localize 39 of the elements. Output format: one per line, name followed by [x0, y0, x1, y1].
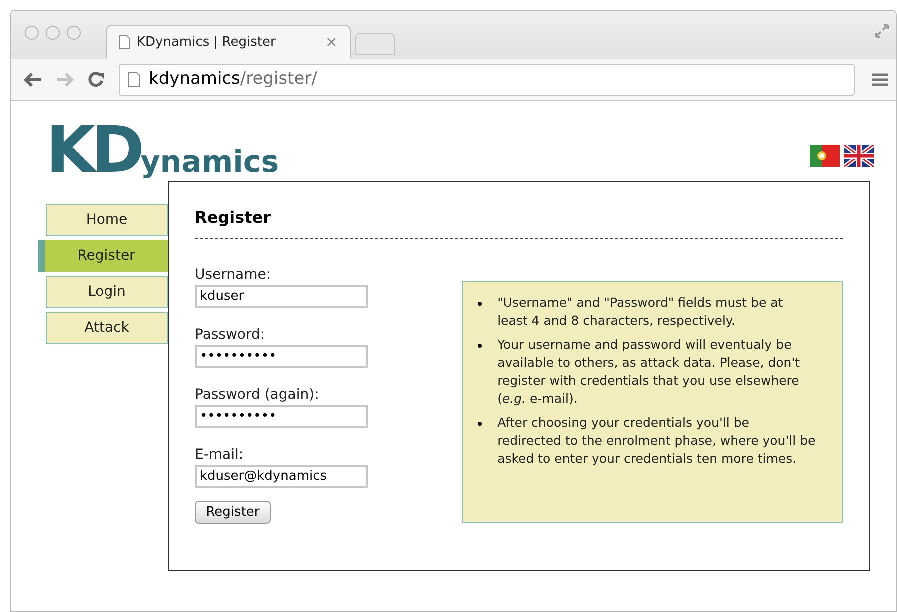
- url-path: /register/: [240, 68, 318, 89]
- nav-item[interactable]: Attack: [46, 312, 168, 344]
- window-control-icon[interactable]: [67, 26, 81, 40]
- forward-icon[interactable]: [55, 72, 75, 88]
- page-icon: [128, 72, 141, 88]
- bullet-icon: [478, 344, 482, 348]
- nav-item[interactable]: Login: [46, 276, 168, 308]
- window-control-icon[interactable]: [46, 26, 60, 40]
- input-field[interactable]: kduser: [195, 285, 368, 308]
- window-control-icon[interactable]: [25, 26, 39, 40]
- field-label: Username:: [195, 266, 272, 285]
- reload-icon[interactable]: [87, 70, 105, 88]
- url-host: kdynamics: [149, 68, 240, 89]
- address-bar[interactable]: kdynamics/register/: [119, 64, 855, 96]
- note-text: After choosing your credentials you'll be redirected to the enrolment phase, where you'll be asked to enter your credentials ten more times.: [498, 414, 816, 468]
- nav-item[interactable]: Register: [38, 240, 168, 272]
- page-icon: [119, 35, 131, 50]
- menu-icon[interactable]: [871, 72, 889, 88]
- new-tab-button[interactable]: [355, 33, 395, 55]
- bullet-icon: [478, 422, 482, 426]
- back-icon[interactable]: [23, 72, 43, 88]
- input-field[interactable]: ••••••••••: [195, 345, 368, 368]
- field-label: Password:: [195, 326, 266, 345]
- register-button[interactable]: Register: [195, 501, 271, 524]
- bullet-icon: [478, 302, 482, 306]
- tab-title: KDynamics | Register: [137, 34, 276, 52]
- field-label: Password (again):: [195, 386, 320, 405]
- uk-flag-icon[interactable]: [844, 145, 874, 167]
- input-field[interactable]: kduser@kdynamics: [195, 465, 368, 488]
- fullscreen-icon[interactable]: [874, 23, 890, 39]
- note-text: Your username and password will eventualy be available to others, as attack data. Please, don't register with credentials that you use elsewhere (e.g. e-mail).: [498, 336, 802, 408]
- nav-item[interactable]: Home: [46, 204, 168, 236]
- form-title: Register: [195, 207, 272, 229]
- browser-tab[interactable]: KDynamics | Register ×: [106, 25, 351, 59]
- kdynamics-logo: KDynamics: [46, 119, 280, 183]
- portugal-flag-icon[interactable]: [810, 145, 840, 167]
- field-label: E-mail:: [195, 446, 245, 465]
- note-text: "Username" and "Password" fields must be at least 4 and 8 characters, respectively.: [498, 294, 784, 330]
- input-field[interactable]: ••••••••••: [195, 405, 368, 428]
